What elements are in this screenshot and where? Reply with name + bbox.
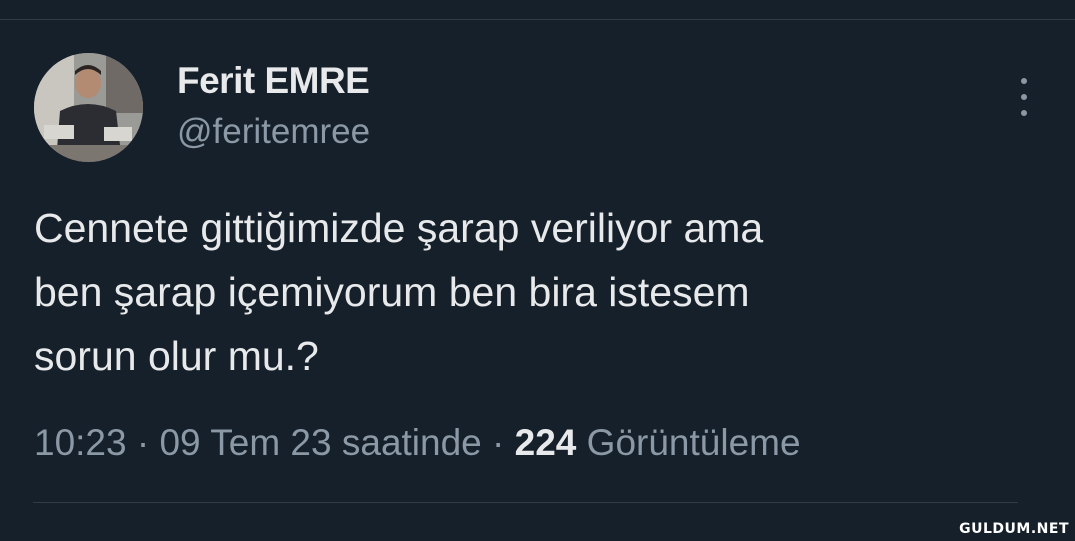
more-dot — [1021, 94, 1027, 100]
display-name[interactable]: Ferit EMRE — [177, 60, 370, 102]
avatar-photo — [34, 53, 143, 162]
tweet-time[interactable]: 10:23 — [34, 422, 127, 463]
more-dot — [1021, 110, 1027, 116]
tweet-date[interactable]: 09 Tem 23 saatinde — [159, 422, 481, 463]
user-handle[interactable]: @feritemree — [177, 112, 370, 152]
tweet-text-line: Cennete gittiğimizde şarap veriliyor ama — [34, 205, 764, 251]
more-options-icon[interactable] — [1013, 78, 1035, 116]
avatar[interactable] — [34, 53, 143, 162]
watermark: GULDUM.NET — [959, 521, 1069, 537]
tweet-text-line: sorun olur mu.? — [34, 333, 319, 379]
tweet-text: Cennete gittiğimizde şarap veriliyor ama… — [34, 196, 1034, 388]
more-dot — [1021, 78, 1027, 84]
views-label: Görüntüleme — [586, 422, 801, 463]
separator: · — [492, 422, 505, 463]
tweet-text-line: ben şarap içemiyorum ben bira istesem — [34, 269, 750, 315]
bottom-divider — [33, 502, 1018, 503]
separator: · — [136, 422, 150, 463]
views-count[interactable]: 224 — [515, 422, 577, 463]
top-divider — [0, 19, 1075, 20]
tweet-metadata: 10:23 · 09 Tem 23 saatinde · 224 Görüntü… — [34, 422, 801, 464]
